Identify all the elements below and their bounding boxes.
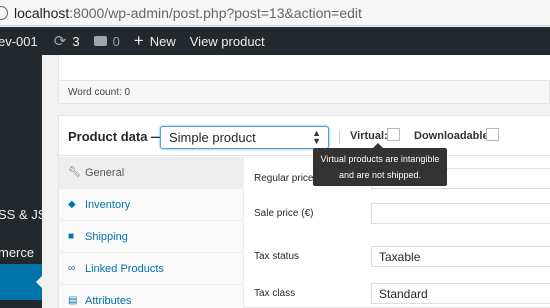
word-count: Word count: 0 bbox=[58, 81, 550, 104]
select-arrows-icon: ▲ ▼ bbox=[312, 128, 321, 146]
plus-icon: + bbox=[133, 31, 144, 50]
tooltip-line-2: and are not shipped. bbox=[338, 170, 422, 180]
virtual-tooltip: Virtual products are intangible and are … bbox=[313, 143, 447, 186]
tax-class-label: Tax class bbox=[254, 288, 296, 299]
downloadable-label: Downloadable: bbox=[414, 130, 493, 142]
link-icon: ∞ bbox=[68, 263, 76, 274]
sale-price-label: Sale price (€) bbox=[254, 208, 314, 219]
header-divider bbox=[339, 130, 340, 144]
comment-icon bbox=[93, 36, 107, 46]
regular-price-label: Regular price bbox=[254, 173, 314, 184]
comments-link[interactable]: 0 bbox=[93, 33, 120, 49]
tax-status-select[interactable]: Taxable bbox=[371, 246, 550, 267]
sidebar-item-woocommerce[interactable]: merce bbox=[0, 245, 34, 260]
product-type-select[interactable]: Simple product ▲ ▼ bbox=[160, 126, 329, 149]
refresh-icon: ⟳ bbox=[53, 33, 67, 50]
new-content-link[interactable]: + New bbox=[134, 31, 176, 51]
tag-icon: ◆ bbox=[68, 199, 76, 210]
tab-attributes[interactable]: ▤ Attributes bbox=[59, 285, 244, 308]
browser-url-bar[interactable]: localhost:8000/wp-admin/post.php?post=13… bbox=[0, 0, 550, 26]
tab-general[interactable]: 🔧︎ General bbox=[59, 157, 244, 189]
tab-linked-products-label: Linked Products bbox=[85, 262, 164, 275]
new-label: New bbox=[149, 33, 176, 49]
globe-icon bbox=[0, 5, 8, 20]
tax-status-label: Tax status bbox=[254, 251, 300, 262]
tab-shipping-label: Shipping bbox=[85, 230, 128, 243]
downloadable-checkbox[interactable] bbox=[486, 128, 499, 141]
tab-inventory-label: Inventory bbox=[85, 198, 131, 211]
editor-content-area[interactable] bbox=[58, 55, 550, 81]
site-name-link[interactable]: ev-001 bbox=[0, 34, 38, 49]
updates-link[interactable]: ⟳ 3 bbox=[54, 32, 80, 50]
admin-bar: ev-001 ⟳ 3 0 + New View product bbox=[0, 27, 550, 55]
tab-linked-products[interactable]: ∞ Linked Products bbox=[59, 253, 244, 285]
updates-count: 3 bbox=[72, 33, 80, 49]
product-data-header: Product data — Simple product ▲ ▼ Virtual… bbox=[59, 116, 550, 156]
sidebar-item-custom-css-js[interactable]: SS & JS bbox=[0, 207, 46, 222]
tax-class-select[interactable]: Standard bbox=[371, 283, 550, 304]
comments-count: 0 bbox=[112, 33, 120, 49]
list-icon: ▤ bbox=[68, 295, 78, 306]
product-data-box: Product data — Simple product ▲ ▼ Virtual… bbox=[58, 115, 550, 308]
wrench-icon: 🔧︎ bbox=[68, 167, 81, 178]
virtual-label: Virtual: bbox=[350, 130, 388, 142]
sale-price-input[interactable] bbox=[371, 203, 550, 224]
virtual-checkbox[interactable] bbox=[387, 128, 400, 141]
tooltip-line-1: Virtual products are intangible bbox=[320, 154, 440, 164]
view-product-link[interactable]: View product bbox=[190, 34, 265, 49]
sidebar-item-products-active[interactable] bbox=[0, 264, 43, 300]
url-text[interactable]: localhost:8000/wp-admin/post.php?post=13… bbox=[14, 5, 362, 21]
product-data-tabs: 🔧︎ General ◆ Inventory ■ Shipping ∞ Link… bbox=[59, 157, 244, 308]
product-type-value: Simple product bbox=[169, 130, 256, 145]
admin-sidebar: SS & JS merce bbox=[0, 55, 46, 308]
product-data-title: Product data — bbox=[68, 129, 165, 144]
tab-general-label: General bbox=[85, 166, 125, 179]
tab-attributes-label: Attributes bbox=[85, 294, 132, 307]
truck-icon: ■ bbox=[68, 231, 75, 242]
tab-shipping[interactable]: ■ Shipping bbox=[59, 221, 244, 253]
tab-inventory[interactable]: ◆ Inventory bbox=[59, 189, 244, 221]
